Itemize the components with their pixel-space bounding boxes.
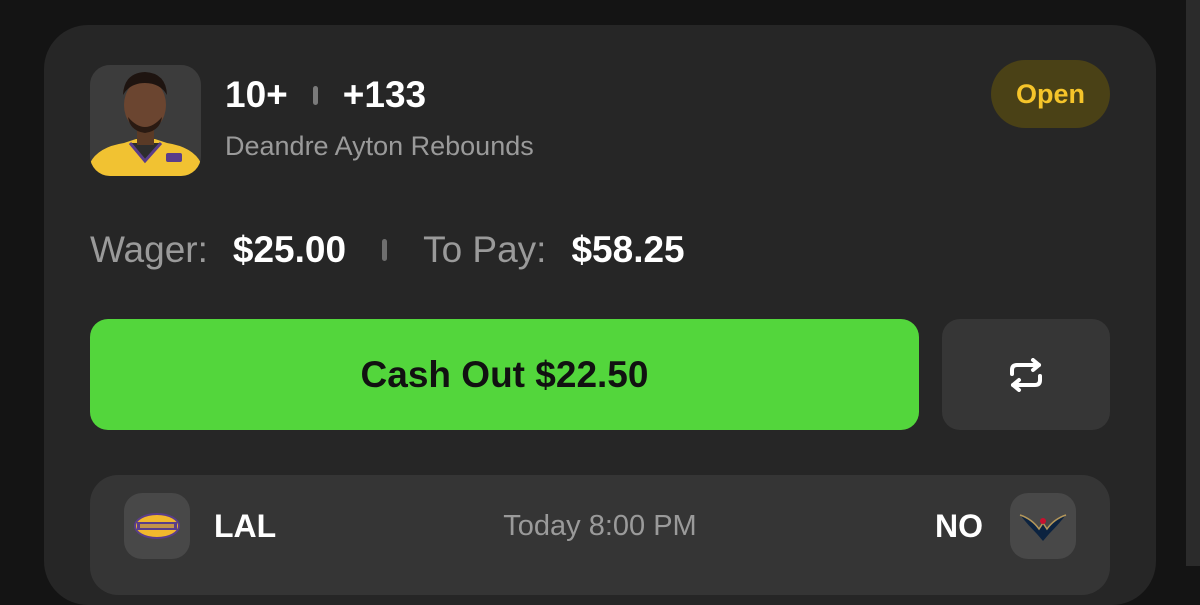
scrollbar[interactable]: [1186, 0, 1200, 566]
player-avatar: [90, 65, 201, 176]
pelicans-logo-icon: [1019, 514, 1067, 541]
bet-line-row: 10+ +133: [225, 73, 426, 117]
bet-line: 10+: [225, 74, 288, 115]
status-badge: Open: [991, 60, 1110, 128]
bet-card[interactable]: 10+ +133 Deandre Ayton Rebounds Open Wag…: [44, 25, 1156, 605]
payout-value: $58.25: [571, 229, 685, 270]
repeat-bet-button[interactable]: [942, 319, 1110, 430]
separator: [312, 85, 318, 105]
home-team-logo: [1010, 493, 1076, 559]
game-info-bar[interactable]: LAL Today 8:00 PM NO: [90, 475, 1110, 595]
bet-market: Deandre Ayton Rebounds: [225, 131, 534, 161]
bet-odds: +133: [342, 74, 427, 115]
separator: [382, 239, 388, 261]
wager-row: Wager: $25.00 To Pay: $58.25: [90, 225, 685, 275]
wager-value: $25.00: [232, 229, 347, 270]
home-team-code: NO: [935, 508, 983, 544]
payout-label: To Pay:: [423, 229, 547, 270]
repeat-arrows-icon: [1010, 357, 1042, 392]
cash-out-button[interactable]: Cash Out $22.50: [90, 319, 919, 430]
wager-label: Wager:: [90, 229, 208, 270]
